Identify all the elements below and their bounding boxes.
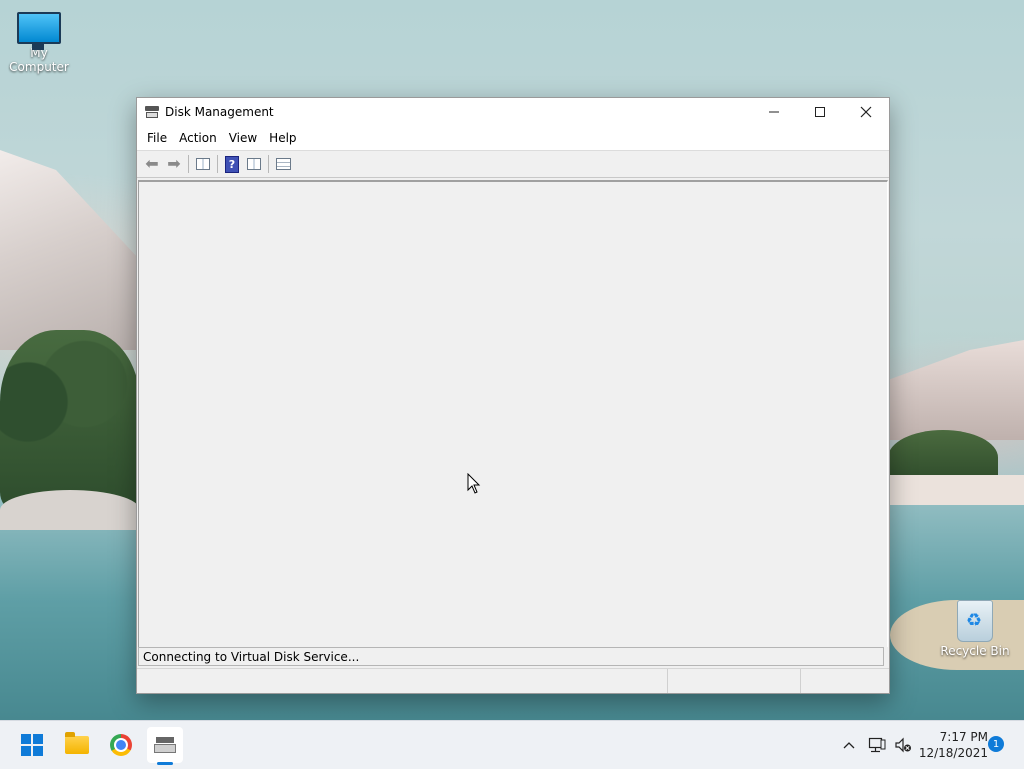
status-bar-pane <box>137 669 669 693</box>
close-button[interactable] <box>843 98 889 126</box>
window-title: Disk Management <box>165 105 274 119</box>
disk-management-icon <box>154 737 176 753</box>
help-button[interactable]: ? <box>221 154 243 174</box>
forward-icon: ➡ <box>167 154 181 173</box>
maximize-button[interactable] <box>797 98 843 126</box>
menu-file[interactable]: File <box>141 131 173 145</box>
status-bar-pane <box>801 669 889 693</box>
show-hide-console-tree-icon <box>196 158 210 170</box>
desktop-icon-my-computer[interactable]: My Computer <box>0 12 79 74</box>
chrome-icon <box>110 734 132 756</box>
status-bar <box>137 668 889 693</box>
maximize-icon <box>815 107 825 117</box>
wallpaper-trees-right <box>888 430 998 485</box>
clock-time: 7:17 PM <box>939 730 988 744</box>
desktop-icon-label: My Computer <box>9 46 69 74</box>
back-icon: ⬅ <box>145 154 159 173</box>
wallpaper-mountain-right <box>888 340 1024 440</box>
toolbar-separator <box>217 155 218 173</box>
wallpaper-trees-left <box>0 330 140 510</box>
clock[interactable]: 7:17 PM 12/18/2021 <box>918 729 988 761</box>
windows-start-icon <box>21 734 43 756</box>
volume-button[interactable] <box>892 721 914 769</box>
disk-management-app-icon <box>145 106 159 118</box>
toolbar-separator <box>188 155 189 173</box>
notification-badge[interactable]: 1 <box>988 736 1004 752</box>
toolbar: ⬅ ➡ ? <box>137 150 889 178</box>
minimize-icon <box>769 111 779 113</box>
desktop-icon-label: Recycle Bin <box>940 644 1010 658</box>
desktop-icon-recycle-bin[interactable]: ♻ Recycle Bin <box>935 600 1015 658</box>
disk-management-content-pane[interactable] <box>138 180 888 647</box>
show-hide-action-pane-icon <box>247 158 261 170</box>
menu-bar: File Action View Help <box>137 126 889 150</box>
recycle-bin-icon: ♻ <box>957 600 993 642</box>
monitor-icon <box>17 12 61 50</box>
mouse-cursor <box>467 472 481 495</box>
clock-date: 12/18/2021 <box>918 746 988 760</box>
status-bar-pane <box>668 669 802 693</box>
disk-management-window: Disk Management File Action View Help ⬅ … <box>136 97 890 694</box>
wallpaper-mountain-left <box>0 150 140 350</box>
start-button[interactable] <box>14 727 50 763</box>
file-explorer-icon <box>65 732 89 754</box>
properties-icon <box>275 158 291 170</box>
show-hidden-icons-button[interactable] <box>838 721 860 769</box>
wallpaper-shore-right <box>888 475 1024 505</box>
chrome-button[interactable] <box>103 727 139 763</box>
menu-action[interactable]: Action <box>173 131 223 145</box>
network-icon <box>868 737 886 753</box>
wallpaper-shore-left <box>0 490 140 530</box>
toolbar-separator <box>268 155 269 173</box>
back-button[interactable]: ⬅ <box>141 154 163 174</box>
menu-view[interactable]: View <box>223 131 263 145</box>
show-hide-action-pane-button[interactable] <box>243 154 265 174</box>
disk-management-taskbar-button[interactable] <box>147 727 183 765</box>
help-icon: ? <box>225 155 239 173</box>
chevron-up-icon <box>843 742 855 749</box>
window-controls <box>751 98 889 126</box>
network-button[interactable] <box>866 721 888 769</box>
show-hide-console-tree-button[interactable] <box>192 154 214 174</box>
menu-help[interactable]: Help <box>263 131 302 145</box>
file-explorer-button[interactable] <box>59 727 95 763</box>
title-bar[interactable]: Disk Management <box>137 98 889 126</box>
active-app-indicator <box>157 762 173 765</box>
close-icon <box>860 106 872 118</box>
taskbar: 7:17 PM 12/18/2021 <box>0 720 1024 769</box>
volume-muted-icon <box>895 737 911 753</box>
status-message: Connecting to Virtual Disk Service... <box>138 647 884 666</box>
properties-button[interactable] <box>272 154 294 174</box>
minimize-button[interactable] <box>751 98 797 126</box>
forward-button[interactable]: ➡ <box>163 154 185 174</box>
